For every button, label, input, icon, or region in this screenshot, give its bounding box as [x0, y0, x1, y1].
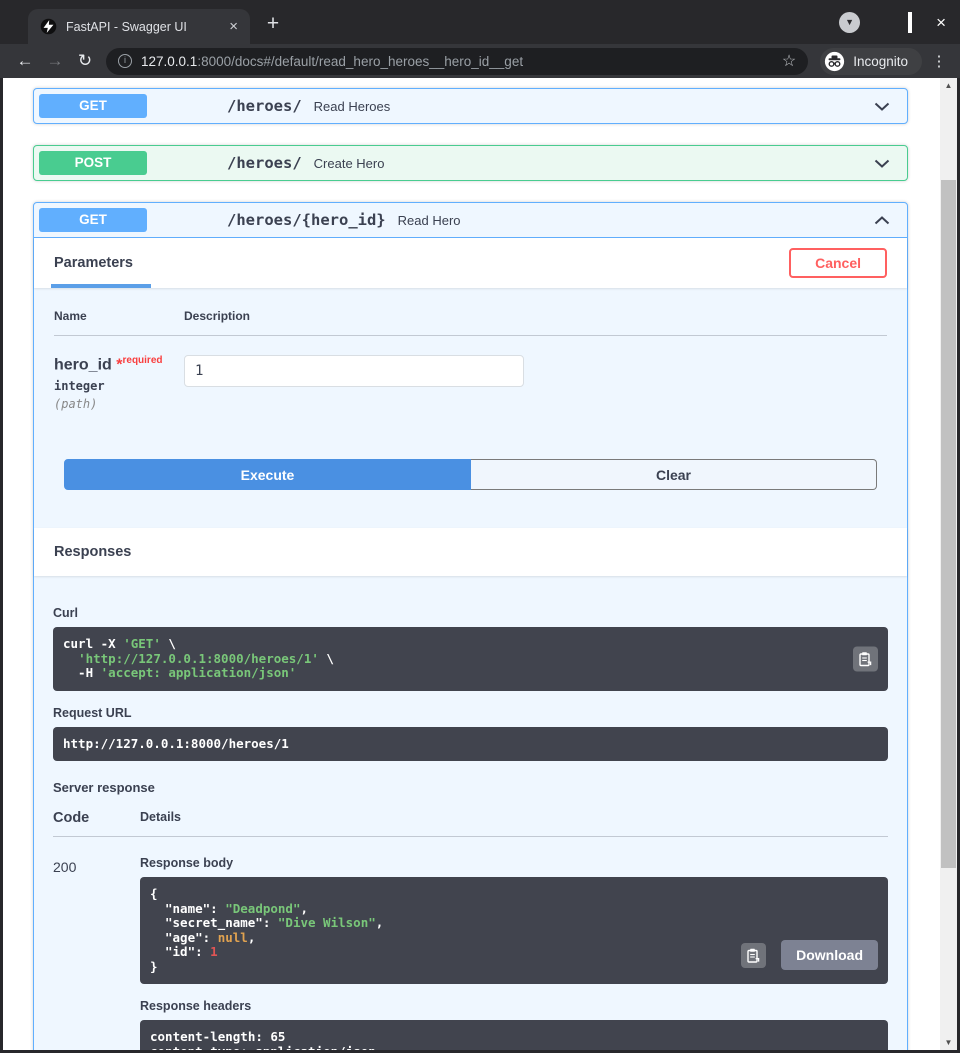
op-summary-text: Read Hero — [397, 212, 461, 228]
op-path: /heroes/ — [227, 154, 302, 172]
response-table-header: Code Details — [53, 810, 888, 838]
param-type: integer — [54, 379, 105, 394]
hero-id-input[interactable] — [184, 355, 524, 387]
tab-title: FastAPI - Swagger UI — [66, 19, 187, 34]
reload-icon[interactable]: ↻ — [70, 46, 100, 76]
scrollbar-thumb[interactable] — [941, 180, 956, 868]
opblock-summary-get-hero-id[interactable]: GET /heroes/{hero_id} Read Hero — [34, 203, 907, 238]
chevron-up-icon[interactable] — [874, 215, 890, 225]
parameters-section-header: Parameters Cancel — [34, 238, 907, 288]
download-button[interactable]: Download — [781, 940, 878, 971]
response-headers-block: content-length: 65 content-type: applica… — [140, 1020, 888, 1050]
page-scrollbar[interactable]: ▲ ▼ — [940, 78, 957, 1050]
bookmark-star-icon[interactable]: ☆ — [782, 51, 796, 71]
tab-parameters[interactable]: Parameters — [54, 255, 133, 271]
execute-button[interactable]: Execute — [64, 459, 471, 491]
opblock-get-heroes: GET /heroes/ Read Heroes — [33, 88, 908, 124]
response-headers-label: Response headers — [140, 999, 252, 1014]
parameters-table: Name Description hero_id *required integ… — [34, 288, 907, 421]
url-host: 127.0.0.1 — [141, 53, 198, 69]
method-badge-get: GET — [39, 208, 147, 232]
scroll-up-icon[interactable]: ▲ — [940, 81, 957, 90]
column-header-details: Details — [140, 810, 181, 825]
op-summary-text: Create Hero — [313, 155, 385, 171]
close-window-button[interactable]: × — [936, 14, 946, 31]
request-url-label: Request URL — [53, 705, 132, 720]
column-header-code: Code — [53, 810, 90, 827]
method-badge-get: GET — [39, 94, 147, 118]
cancel-button[interactable]: Cancel — [789, 248, 887, 278]
new-tab-button[interactable]: + — [260, 12, 286, 36]
window-controls: ▼ × — [839, 11, 946, 33]
op-path: /heroes/{hero_id} — [227, 211, 386, 229]
param-location: (path) — [54, 397, 98, 412]
op-summary-text: Read Heroes — [313, 98, 391, 114]
forward-icon[interactable]: → — [40, 46, 70, 76]
required-label: required — [122, 355, 163, 366]
request-url-block: http://127.0.0.1:8000/heroes/1 — [53, 726, 888, 762]
response-body-block: { "name": "Deadpond", "secret_name": "Di… — [140, 877, 888, 985]
site-info-icon[interactable]: i — [118, 54, 132, 68]
swagger-page: GET /heroes/ Read Heroes POST /heroes/ C… — [3, 78, 957, 1050]
url-bar[interactable]: i 127.0.0.1 :8000/docs#/default/read_her… — [106, 47, 809, 75]
curl-label: Curl — [53, 606, 78, 621]
scroll-down-icon[interactable]: ▼ — [940, 1038, 957, 1047]
fastapi-favicon-icon — [40, 18, 57, 35]
table-row: hero_id *required integer (path) — [54, 336, 887, 421]
incognito-label: Incognito — [853, 53, 908, 69]
incognito-spy-icon — [825, 51, 845, 71]
opblock-summary-get-heroes[interactable]: GET /heroes/ Read Heroes — [34, 89, 907, 123]
responses-section-header: Responses — [34, 528, 907, 577]
browser-titlebar: FastAPI - Swagger UI × + ▼ × — [0, 0, 960, 44]
response-row-200: 200 Response body { "name": "Deadpond", … — [53, 837, 888, 1050]
incognito-badge: Incognito — [820, 47, 922, 75]
browser-window: FastAPI - Swagger UI × + ▼ × ← → ↻ i 127… — [0, 0, 960, 1053]
op-path: /heroes/ — [227, 97, 302, 115]
copy-curl-button[interactable] — [853, 646, 878, 672]
parameters-tab-underline — [51, 284, 151, 288]
chevron-down-icon[interactable] — [874, 102, 890, 111]
column-header-description: Description — [184, 309, 251, 323]
response-body-label: Response body — [140, 856, 234, 871]
opblock-post-heroes: POST /heroes/ Create Hero — [33, 145, 908, 181]
url-path: :8000/docs#/default/read_hero_heroes__he… — [197, 53, 524, 69]
execute-row: Execute Clear — [34, 421, 907, 528]
opblock-summary-post-heroes[interactable]: POST /heroes/ Create Hero — [34, 146, 907, 180]
clear-button[interactable]: Clear — [471, 459, 877, 491]
browser-menu-icon[interactable]: ⋮ — [928, 52, 950, 70]
browser-tab[interactable]: FastAPI - Swagger UI × — [28, 9, 250, 44]
maximize-button[interactable] — [908, 11, 913, 33]
responses-inner: Curl curl -X 'GET' \ 'http://127.0.0.1:8… — [34, 576, 907, 1050]
responses-title: Responses — [54, 544, 132, 561]
copy-response-button[interactable] — [741, 942, 767, 968]
clipboard-icon — [747, 948, 760, 963]
chevron-down-icon[interactable] — [874, 159, 890, 168]
opblock-get-hero-id: GET /heroes/{hero_id} Read Hero Paramete… — [33, 202, 908, 1050]
curl-code-block: curl -X 'GET' \ 'http://127.0.0.1:8000/h… — [53, 627, 888, 691]
browser-toolbar: ← → ↻ i 127.0.0.1 :8000/docs#/default/re… — [0, 44, 960, 78]
param-name: hero_id *required — [54, 355, 163, 374]
tab-close-icon[interactable]: × — [225, 17, 242, 36]
server-response-title: Server response — [53, 780, 155, 796]
column-header-name: Name — [54, 309, 87, 323]
status-code: 200 — [53, 859, 77, 876]
browser-update-caret-icon[interactable]: ▼ — [839, 12, 861, 33]
method-badge-post: POST — [39, 151, 147, 175]
back-icon[interactable]: ← — [10, 46, 40, 76]
clipboard-icon — [859, 652, 872, 667]
